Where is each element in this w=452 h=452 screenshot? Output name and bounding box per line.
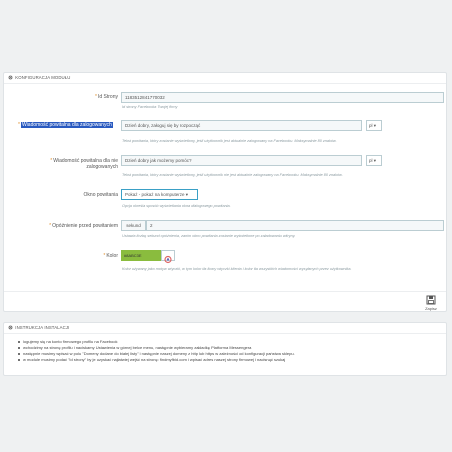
color-help: Kolor używany jako motyw wtyczki, w tym … <box>122 267 352 271</box>
panel-footer-divider <box>4 291 446 292</box>
install-panel-title: INSTRUKCJA INSTALACJI <box>15 325 70 330</box>
install-panel-header: INSTRUKCJA INSTALACJI <box>4 323 446 334</box>
page-id-label: *Id Strony <box>95 94 118 100</box>
gear-icon <box>8 75 13 80</box>
greeting-guest-label: *Wiadomość powitalna dla nie zalogowanyc… <box>50 158 118 170</box>
greeting-window-help: Opcja określa sposób wyświetlania okna d… <box>122 204 231 208</box>
greeting-window-select[interactable]: Pokaż - pokaż na komputerze ▾ <box>121 189 198 200</box>
page-id-help: Id strony Facebooka Twojej firmy <box>122 105 178 109</box>
config-panel-header: KONFIGURACJA MODUŁU <box>4 73 446 84</box>
save-icon <box>426 295 436 305</box>
greeting-guest-input[interactable]: Dzień dobry jak możemy pomóc? <box>121 155 362 166</box>
install-panel: INSTRUKCJA INSTALACJI logujemy się na ko… <box>3 322 447 376</box>
install-steps-list: logujemy się na konto firmowego profilu … <box>18 339 295 363</box>
greeting-guest-lang-dropdown[interactable]: pl ▾ <box>366 155 382 166</box>
delay-input[interactable]: 2 <box>146 220 444 231</box>
delay-help: Ustawia liczbę sekund opóźnienia, zanim … <box>122 234 296 238</box>
chevron-down-icon: ▾ <box>185 192 189 197</box>
color-picker-button[interactable] <box>161 250 175 264</box>
greeting-window-label: Okno powitania <box>83 192 118 198</box>
delay-label: *Opóźnienie przed powitaniem <box>49 223 118 229</box>
greeting-logged-label: * Wiadomość powitalna dla zalogowanych <box>18 122 113 128</box>
list-item: w module musimy podać "id strony" by je … <box>18 357 295 363</box>
greeting-guest-help: Tekst powitania, który zostanie wyświetl… <box>122 173 343 177</box>
color-label: *Kolor <box>103 253 118 259</box>
save-button[interactable]: Zapisz <box>424 295 438 311</box>
gear-icon <box>8 325 13 330</box>
delay-unit-addon: sekund <box>121 220 146 231</box>
config-panel: KONFIGURACJA MODUŁU *Id Strony 118351284… <box>3 72 447 312</box>
greeting-logged-lang-dropdown[interactable]: pl ▾ <box>366 120 382 131</box>
config-panel-title: KONFIGURACJA MODUŁU <box>15 75 71 80</box>
greeting-logged-help: Tekst powitania, który zostanie wyświetl… <box>122 139 337 143</box>
color-value-input[interactable]: #8ABC3E <box>121 250 161 261</box>
page-id-input[interactable]: 1183512841770032 <box>121 92 444 103</box>
greeting-logged-input[interactable]: Dzień dobry, załoguj się by rozpocząć <box>121 120 362 131</box>
palette-icon <box>164 255 172 264</box>
